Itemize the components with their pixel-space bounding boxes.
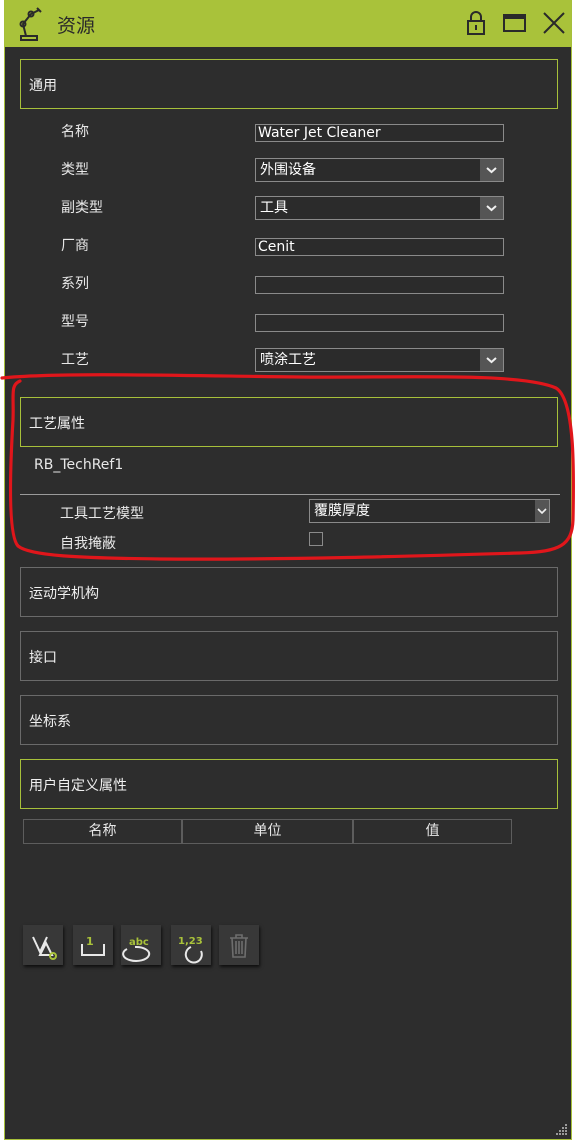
window-title: 资源	[57, 15, 96, 37]
filter-icon	[32, 936, 57, 960]
tool-process-model-value: 覆膜厚度	[314, 503, 370, 519]
section-frames[interactable]: 坐标系	[20, 695, 558, 745]
name-input[interactable]: Water Jet Cleaner	[255, 124, 504, 142]
chevron-down-icon[interactable]	[480, 159, 503, 181]
chevron-down-icon[interactable]	[480, 349, 503, 371]
trash-icon	[230, 934, 248, 958]
section-process-props[interactable]: 工艺属性	[20, 397, 558, 447]
field-type-label: 类型	[61, 162, 89, 178]
model-input[interactable]	[255, 314, 504, 332]
tech-ref-name: RB_TechRef1	[34, 457, 124, 473]
field-process-label: 工艺	[61, 352, 89, 368]
section-interface-label: 接口	[29, 650, 57, 666]
process-dropdown[interactable]: 喷涂工艺	[255, 348, 504, 372]
section-frames-label: 坐标系	[29, 714, 71, 730]
section-interface[interactable]: 接口	[20, 631, 558, 681]
field-name-label: 名称	[61, 124, 89, 140]
numbering-button[interactable]: 1	[73, 925, 113, 965]
subtype-dropdown[interactable]: 工具	[255, 196, 504, 220]
self-mask-label: 自我掩蔽	[60, 536, 116, 552]
type-dropdown[interactable]: 外围设备	[255, 158, 504, 182]
section-general[interactable]: 通用	[20, 59, 558, 109]
section-kinematics[interactable]: 运动学机构	[20, 567, 558, 617]
section-user-props[interactable]: 用户自定义属性	[20, 759, 558, 809]
resize-grip-icon[interactable]	[554, 1122, 568, 1136]
rename-text-icon: abc	[122, 937, 151, 962]
field-series-label: 系列	[61, 276, 89, 292]
divider	[20, 494, 560, 495]
series-input[interactable]	[255, 276, 504, 294]
filter-button[interactable]	[23, 925, 63, 965]
self-mask-checkbox[interactable]	[309, 532, 323, 546]
section-kinematics-label: 运动学机构	[29, 586, 99, 602]
section-general-label: 通用	[29, 78, 57, 94]
tool-process-model-dropdown[interactable]: 覆膜厚度	[309, 499, 550, 523]
subtype-dropdown-value: 工具	[260, 200, 288, 216]
renumber-icon: 1,23	[178, 936, 203, 964]
field-model-label: 型号	[61, 314, 89, 330]
numbering-icon-text: 1	[86, 935, 94, 948]
vendor-input[interactable]: Cenit	[255, 238, 504, 256]
section-process-props-label: 工艺属性	[29, 416, 85, 432]
title-bar: 资源	[5, 0, 571, 47]
chevron-down-icon[interactable]	[480, 197, 503, 219]
resource-window: 资源 通用 名称 Water Jet Cleaner 类型 外围设备 副类型 工…	[4, 0, 572, 1140]
robot-arm-icon	[19, 7, 42, 41]
section-user-props-label: 用户自定义属性	[29, 778, 127, 794]
column-header-value[interactable]: 值	[353, 819, 512, 844]
numbering-icon: 1	[81, 935, 105, 956]
renumber-button[interactable]: 1,23	[171, 925, 211, 965]
rename-text-button[interactable]: abc	[121, 925, 161, 965]
lock-icon[interactable]	[463, 10, 489, 36]
tool-process-model-label: 工具工艺模型	[60, 506, 144, 522]
maximize-icon[interactable]	[502, 10, 528, 36]
process-dropdown-value: 喷涂工艺	[260, 352, 316, 368]
field-subtype-label: 副类型	[61, 200, 103, 216]
type-dropdown-value: 外围设备	[260, 162, 316, 178]
chevron-down-icon[interactable]	[535, 500, 549, 522]
delete-button[interactable]	[219, 925, 259, 965]
close-icon[interactable]	[541, 10, 567, 36]
renumber-icon-text: 1,23	[178, 936, 203, 947]
column-header-unit[interactable]: 单位	[182, 819, 353, 844]
field-vendor-label: 厂商	[61, 238, 89, 254]
column-header-name[interactable]: 名称	[23, 819, 182, 844]
